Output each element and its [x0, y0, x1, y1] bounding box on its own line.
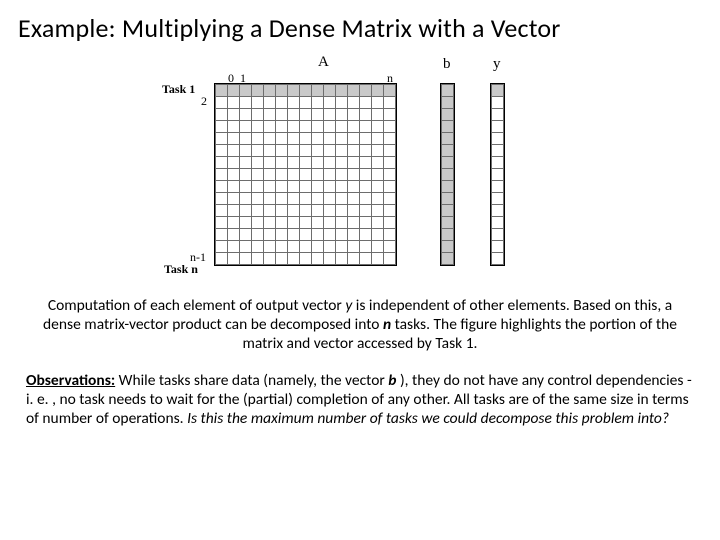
observations-heading: Observations:	[26, 371, 115, 390]
slide-title: Example: Multiplying a Dense Matrix with…	[18, 12, 692, 44]
label-matrix-a: A	[318, 54, 329, 71]
row-label-taskn: Task n	[164, 262, 198, 277]
caption-text: Computation of each element of output ve…	[48, 296, 346, 315]
caption-n: n	[383, 315, 391, 334]
row-label-2: 2	[201, 94, 207, 109]
figure-caption: Computation of each element of output ve…	[38, 297, 682, 354]
vector-b-grid	[440, 83, 455, 266]
vector-y-grid	[490, 83, 505, 266]
matrix-vector-figure: A b y 0 1 n Task 1 2 n-1 Task n	[150, 54, 570, 289]
observations-question: Is this the maximum number of tasks we c…	[187, 409, 669, 428]
observations-paragraph: Observations: While tasks share data (na…	[26, 372, 692, 429]
label-vector-y: y	[493, 56, 501, 73]
matrix-a-grid	[214, 83, 397, 266]
label-vector-b: b	[443, 56, 451, 73]
row-label-task1: Task 1	[162, 82, 195, 97]
observations-text: While tasks share data (namely, the vect…	[115, 371, 388, 390]
